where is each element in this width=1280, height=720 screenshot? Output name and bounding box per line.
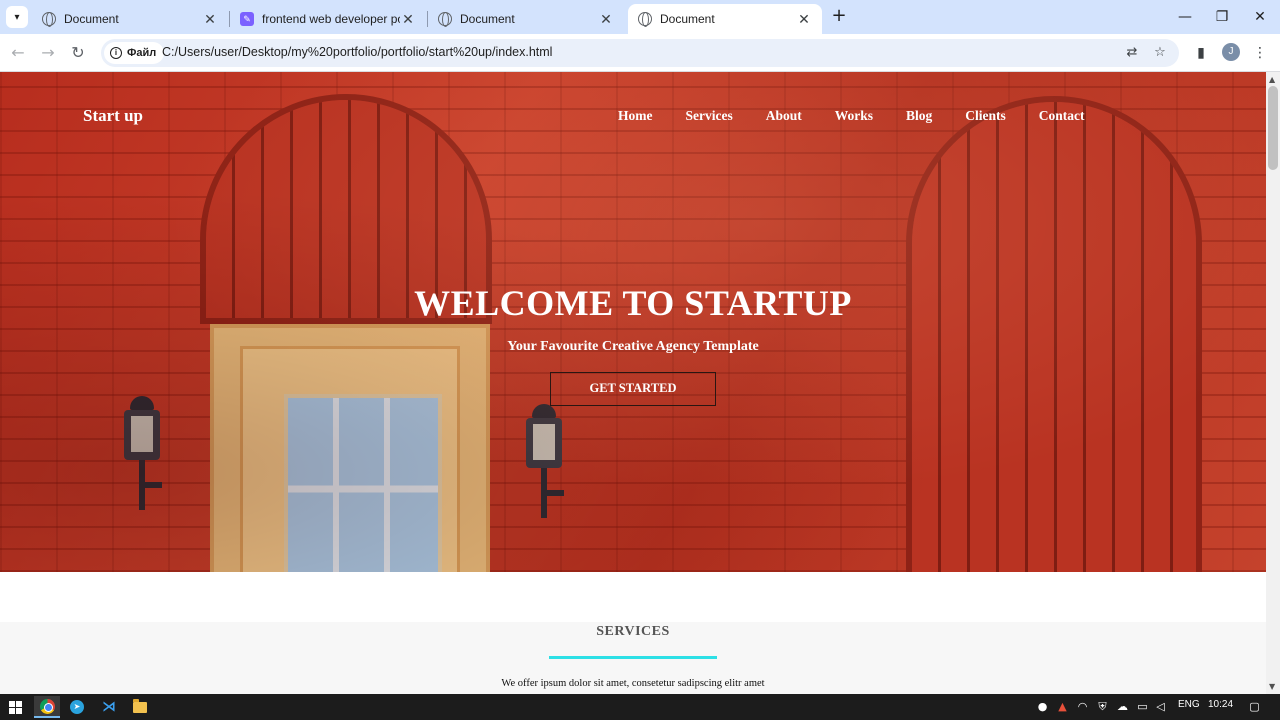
info-icon: i <box>110 47 122 59</box>
warning-icon[interactable]: ▲ <box>1056 700 1069 713</box>
services-divider <box>549 656 717 659</box>
tab-portfolio[interactable]: ✎ frontend web developer portfo ✕ <box>230 4 426 34</box>
address-bar[interactable]: i Файл C:/Users/user/Desktop/my%20portfo… <box>101 39 1179 67</box>
page-viewport: Start up Home Services About Works Blog … <box>0 72 1266 694</box>
close-icon[interactable]: ✕ <box>400 11 416 28</box>
chevron-down-icon: ▾ <box>14 11 20 23</box>
windows-icon <box>8 700 22 714</box>
restore-icon[interactable]: ❐ <box>1212 8 1232 26</box>
start-button[interactable] <box>2 696 28 718</box>
taskbar-telegram[interactable]: ➤ <box>64 696 90 718</box>
taskbar-file-explorer[interactable] <box>127 696 153 718</box>
new-tab-button[interactable]: + <box>830 7 848 26</box>
tab-document-active[interactable]: Document ✕ <box>628 4 822 34</box>
chrome-icon <box>39 698 55 714</box>
tab-title: Document <box>660 12 715 26</box>
taskbar-vscode[interactable]: ⋊ <box>96 696 122 718</box>
get-started-button[interactable]: GET STARTED <box>550 372 716 406</box>
taskbar-chrome[interactable] <box>34 696 60 718</box>
tab-title: Document <box>64 12 119 26</box>
close-icon[interactable]: ✕ <box>598 11 614 28</box>
clock[interactable]: 10:24 <box>1208 699 1233 710</box>
nav-home[interactable]: Home <box>618 108 653 124</box>
chrome-tray-icon[interactable]: ● <box>1036 700 1049 713</box>
folder-icon <box>133 698 147 713</box>
bookmark-star-icon[interactable]: ☆ <box>1151 44 1169 62</box>
vscode-icon: ⋊ <box>102 699 116 715</box>
services-section: SERVICES We offer ipsum dolor sit amet, … <box>0 622 1266 694</box>
more-menu-icon[interactable]: ⋮ <box>1250 43 1270 63</box>
globe-icon <box>42 12 56 27</box>
hero-title: WELCOME TO STARTUP <box>414 283 852 323</box>
tab-search-button[interactable]: ▾ <box>6 6 28 28</box>
close-window-icon[interactable]: ✕ <box>1250 8 1270 26</box>
side-panel-icon[interactable]: ▮ <box>1191 43 1211 63</box>
nav-works[interactable]: Works <box>835 108 873 124</box>
reload-icon[interactable]: ↻ <box>67 42 89 64</box>
scroll-down-icon[interactable]: ▼ <box>1269 682 1275 691</box>
close-icon[interactable]: ✕ <box>202 11 218 28</box>
language-indicator[interactable]: ENG <box>1178 699 1200 710</box>
page-scrollbar[interactable]: ▲ ▼ <box>1266 72 1280 694</box>
nav-services[interactable]: Services <box>686 108 733 124</box>
close-icon[interactable]: ✕ <box>796 11 812 28</box>
site-info-chip[interactable]: i Файл <box>104 42 165 64</box>
main-nav: Home Services About Works Blog Clients C… <box>618 108 1118 124</box>
profile-avatar[interactable]: J <box>1222 43 1240 61</box>
nav-blog[interactable]: Blog <box>906 108 932 124</box>
url-text[interactable]: C:/Users/user/Desktop/my%20portfolio/por… <box>162 45 552 59</box>
pen-icon: ✎ <box>240 12 254 26</box>
minimize-icon[interactable]: — <box>1175 8 1195 26</box>
forward-arrow-icon[interactable]: → <box>37 42 59 64</box>
shield-icon[interactable]: ⛨ <box>1096 700 1109 713</box>
nav-contact[interactable]: Contact <box>1039 108 1085 124</box>
notifications-icon[interactable]: ▢ <box>1248 700 1261 713</box>
hero-subtitle: Your Favourite Creative Agency Template <box>507 339 759 354</box>
services-title: SERVICES <box>596 624 670 639</box>
site-chip-label: Файл <box>127 47 157 59</box>
tab-strip: ▾ Document ✕ ✎ frontend web developer po… <box>0 0 1280 34</box>
services-description: We offer ipsum dolor sit amet, consetetu… <box>501 678 765 689</box>
tab-document-1[interactable]: Document ✕ <box>32 4 228 34</box>
tab-document-2[interactable]: Document ✕ <box>428 4 624 34</box>
tab-title: Document <box>460 12 515 26</box>
telegram-icon: ➤ <box>70 700 84 714</box>
cloud-icon[interactable]: ☁ <box>1116 700 1129 713</box>
translate-icon[interactable]: ⇄ <box>1123 44 1141 62</box>
nav-clients[interactable]: Clients <box>965 108 1006 124</box>
nav-about[interactable]: About <box>766 108 802 124</box>
globe-icon <box>438 12 452 27</box>
tab-title: frontend web developer portfo <box>262 12 400 26</box>
globe-icon <box>638 12 652 27</box>
scrollbar-thumb[interactable] <box>1268 86 1278 170</box>
wifi-icon[interactable]: ◠ <box>1076 700 1089 713</box>
hero-section: Start up Home Services About Works Blog … <box>0 72 1266 572</box>
os-taskbar: ➤ ⋊ ● ▲ ◠ ⛨ ☁ ▭ ◁ ENG 10:24 ▢ <box>0 694 1280 720</box>
speaker-muted-icon[interactable]: ◁ <box>1154 700 1167 713</box>
back-arrow-icon[interactable]: ← <box>7 42 29 64</box>
battery-icon[interactable]: ▭ <box>1136 700 1149 713</box>
site-logo[interactable]: Start up <box>83 106 143 126</box>
browser-toolbar: ← → ↻ i Файл C:/Users/user/Desktop/my%20… <box>0 34 1280 72</box>
scroll-up-icon[interactable]: ▲ <box>1269 75 1275 84</box>
